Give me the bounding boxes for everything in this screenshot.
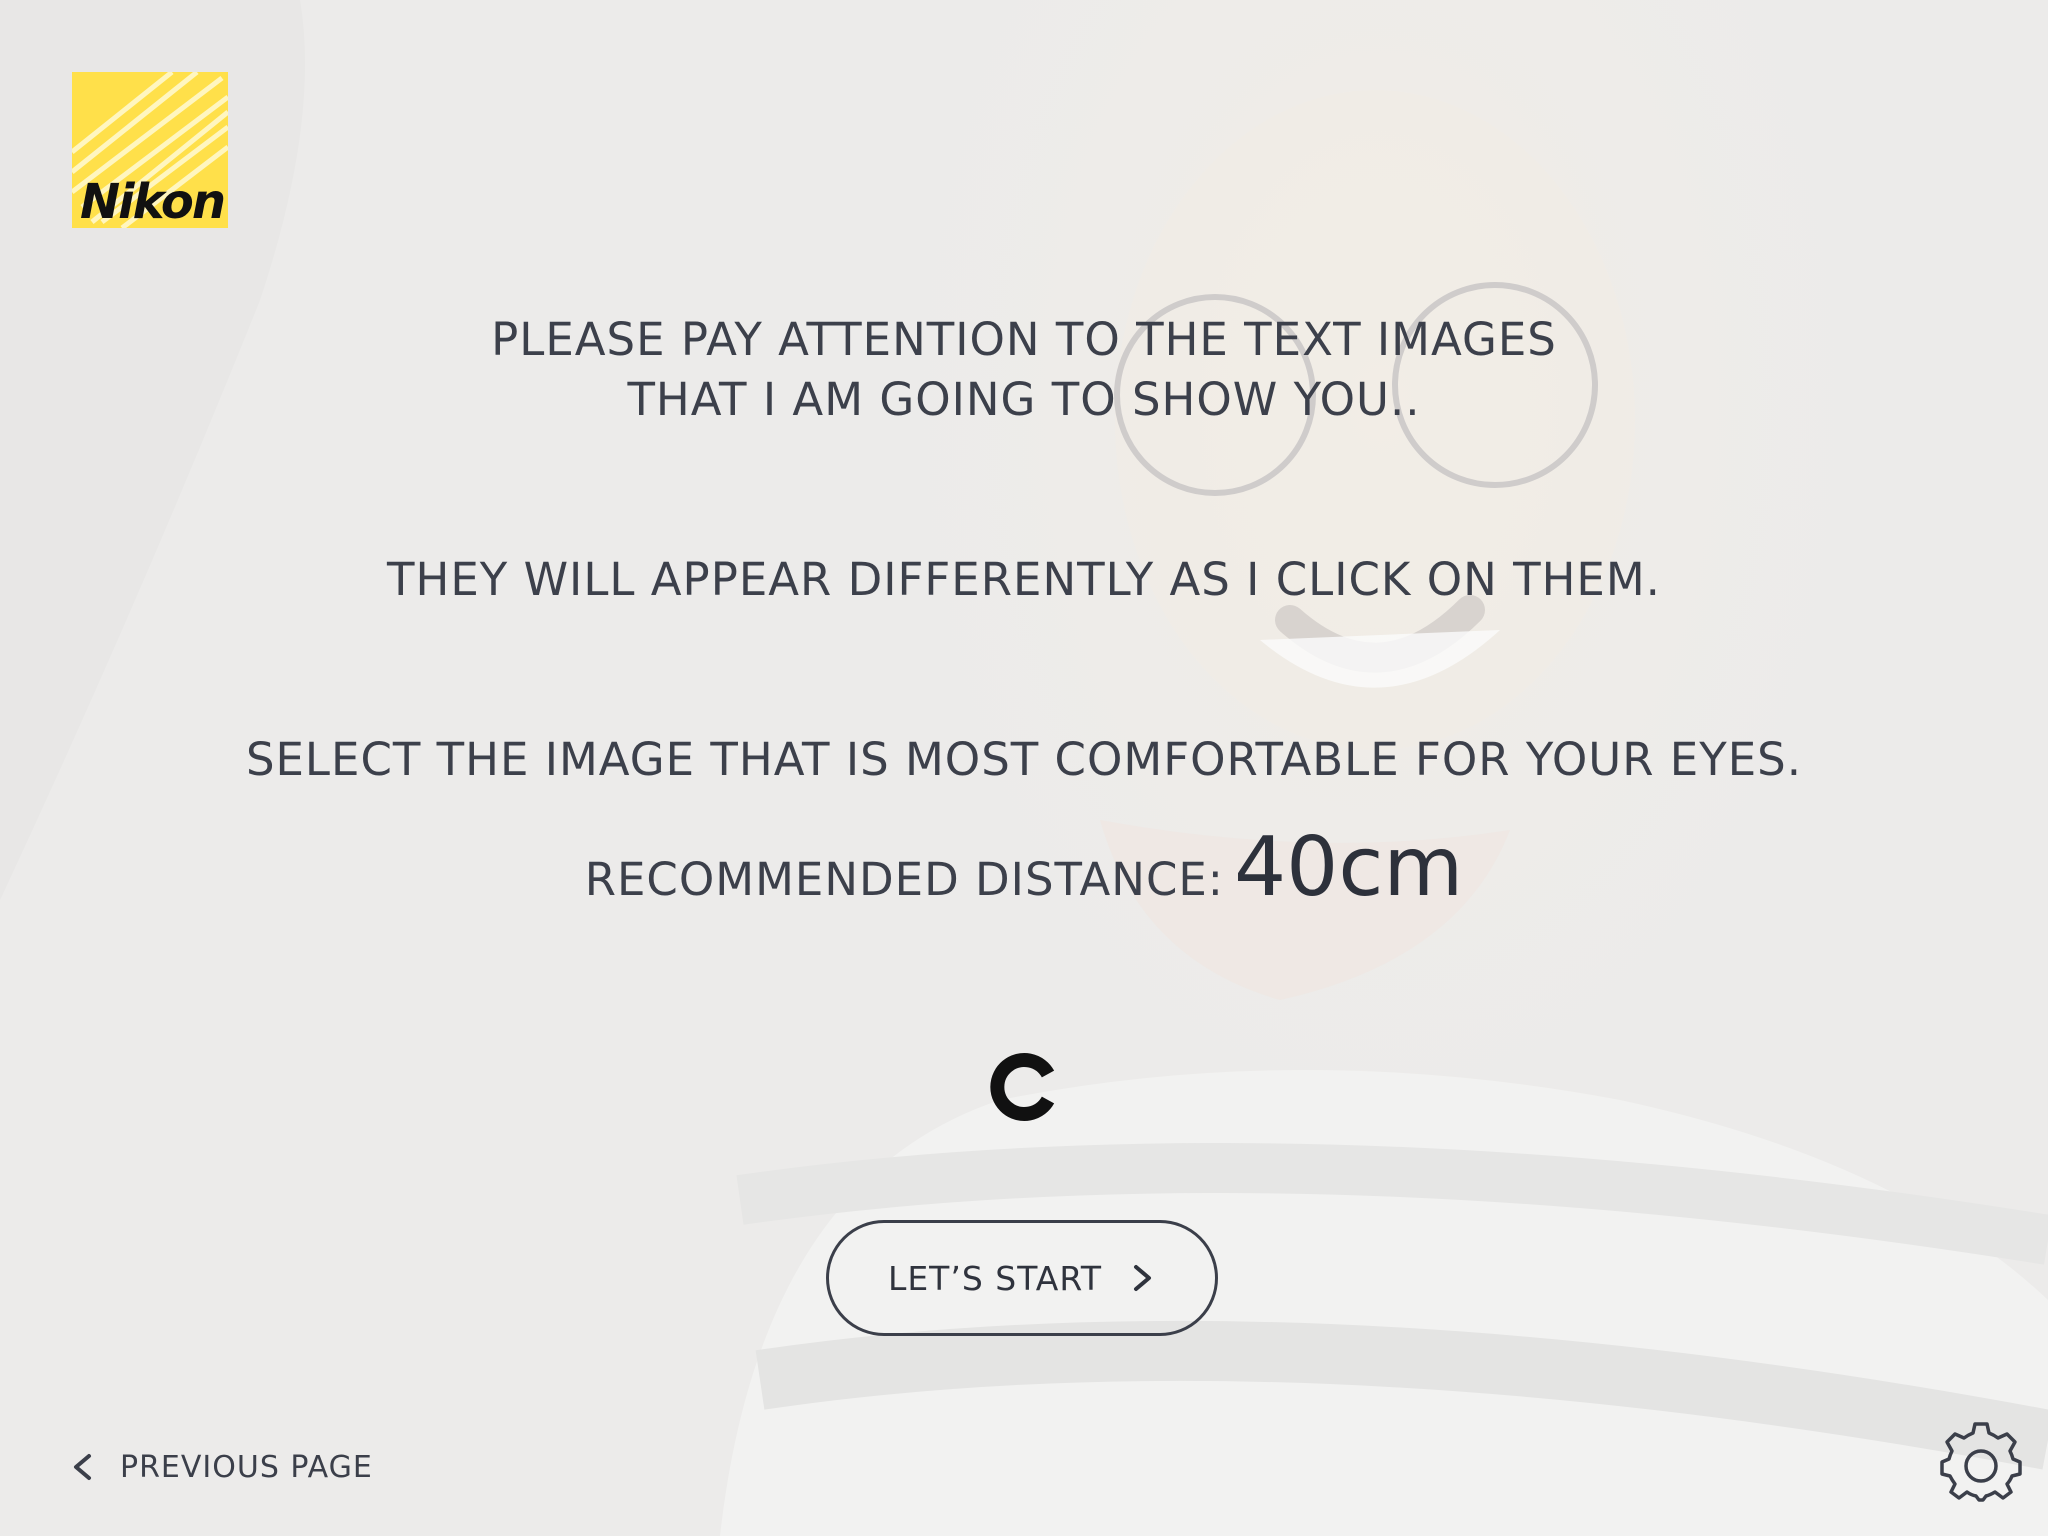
- nikon-logo: Nikon: [72, 72, 228, 228]
- recommended-distance: RECOMMENDED DISTANCE: 40cm: [0, 820, 2048, 915]
- instruction-line-1a: PLEASE PAY ATTENTION TO THE TEXT IMAGES: [491, 313, 1557, 366]
- instruction-attention: PLEASE PAY ATTENTION TO THE TEXT IMAGES …: [0, 310, 2048, 430]
- chevron-left-icon: [74, 1454, 91, 1480]
- instruction-select-image: SELECT THE IMAGE THAT IS MOST COMFORTABL…: [245, 733, 1803, 786]
- previous-page-link[interactable]: PREVIOUS PAGE: [70, 1445, 373, 1489]
- distance-value: 40cm: [1233, 820, 1464, 915]
- lets-start-button[interactable]: LET’S START: [826, 1220, 1218, 1336]
- chevron-right-icon: [1134, 1265, 1152, 1291]
- gear-icon[interactable]: [1940, 1422, 2022, 1504]
- landolt-c-icon: [990, 1053, 1055, 1121]
- previous-page-label: PREVIOUS PAGE: [120, 1449, 373, 1485]
- instruction-line-1b: THAT I AM GOING TO SHOW YOU..: [627, 373, 1421, 426]
- lets-start-label: LET’S START: [887, 1258, 1103, 1298]
- distance-label: RECOMMENDED DISTANCE:: [584, 853, 1224, 906]
- intro-screen: Nikon PLEASE PAY ATTENTION TO THE TEXT I…: [0, 0, 2048, 1536]
- logo-wordmark: Nikon: [80, 174, 226, 228]
- instruction-appear-differently: THEY WILL APPEAR DIFFERENTLY AS I CLICK …: [387, 553, 1661, 606]
